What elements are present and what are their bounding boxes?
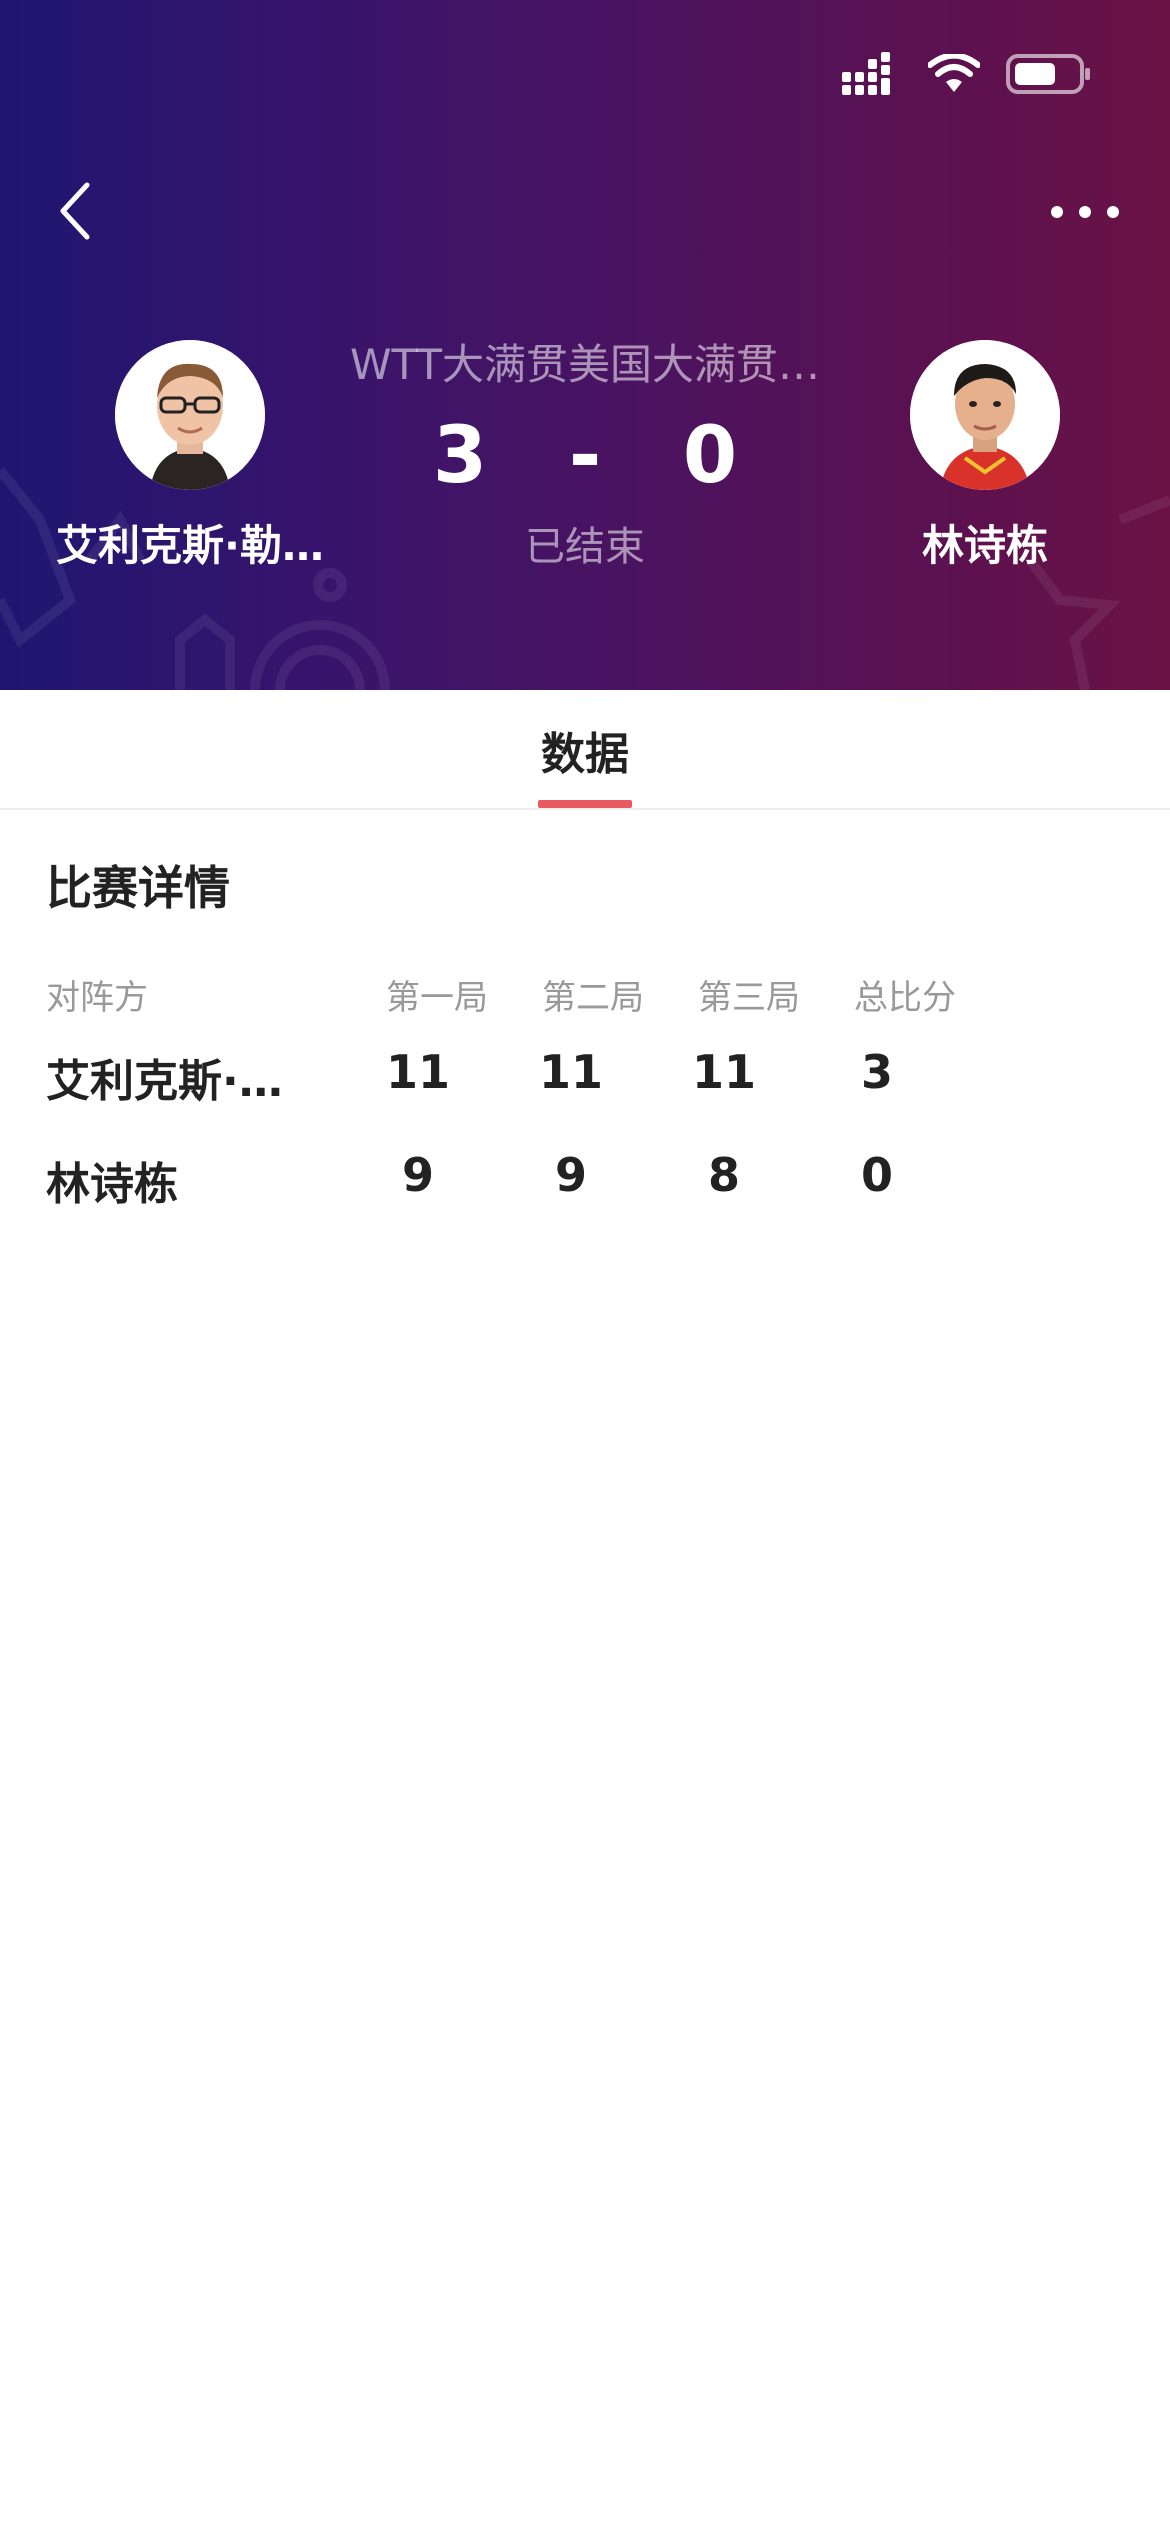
nav-bar xyxy=(0,170,1170,260)
tab-bar: 数据 xyxy=(0,690,1170,810)
away-player[interactable]: 林诗栋 xyxy=(860,340,1110,573)
row-game-1-score: 11 xyxy=(385,1045,450,1099)
row-player-name: 林诗栋 xyxy=(46,1159,178,1210)
row-game-2-score: 11 xyxy=(538,1045,603,1099)
status-icons xyxy=(842,52,1092,100)
row-game-2-score: 9 xyxy=(554,1148,587,1202)
section-title: 比赛详情 xyxy=(46,861,230,915)
row-game-1-score: 9 xyxy=(401,1148,434,1202)
match-status: 已结束 xyxy=(525,524,645,570)
more-button[interactable] xyxy=(1040,178,1130,248)
tab-active-indicator xyxy=(538,800,632,808)
home-player-name: 艾利克斯·勒… xyxy=(56,521,324,570)
row-player-name: 艾利克斯·… xyxy=(46,1056,283,1107)
row-game-3-score: 11 xyxy=(691,1045,756,1099)
score-row: 3 - 0 xyxy=(330,401,840,511)
battery-icon xyxy=(1006,54,1092,98)
away-score: 0 xyxy=(682,411,738,501)
column-header-game-1: 第一局 xyxy=(386,978,488,1018)
match-title: WTT大满贯美国大满贯… xyxy=(349,340,821,389)
row-total-score: 0 xyxy=(860,1148,893,1202)
column-header-game-2: 第二局 xyxy=(542,978,644,1018)
row-game-3-score: 8 xyxy=(707,1148,740,1202)
row-total-score: 3 xyxy=(860,1045,893,1099)
tab-data[interactable]: 数据 xyxy=(535,718,635,782)
wifi-icon xyxy=(927,52,981,98)
home-score: 3 xyxy=(432,411,488,501)
score-separator: - xyxy=(568,411,602,501)
match-header: 艾利克斯·勒… WTT大满贯美国大满贯… 3 - 0 已结束 林诗栋 xyxy=(0,0,1170,690)
back-button[interactable] xyxy=(40,178,110,248)
chevron-left-icon xyxy=(55,181,95,245)
column-header-game-3: 第三局 xyxy=(698,978,800,1018)
home-player[interactable]: 艾利克斯·勒… xyxy=(30,340,350,573)
away-player-name: 林诗栋 xyxy=(921,521,1048,570)
column-header-opponent: 对阵方 xyxy=(46,978,148,1018)
match-summary: WTT大满贯美国大满贯… 3 - 0 已结束 xyxy=(330,335,840,575)
status-bar xyxy=(0,0,1170,150)
signal-icon xyxy=(842,52,902,100)
home-player-avatar xyxy=(115,340,265,490)
away-player-avatar xyxy=(910,340,1060,490)
more-dots-icon xyxy=(1050,204,1120,223)
column-header-total: 总比分 xyxy=(854,978,956,1018)
